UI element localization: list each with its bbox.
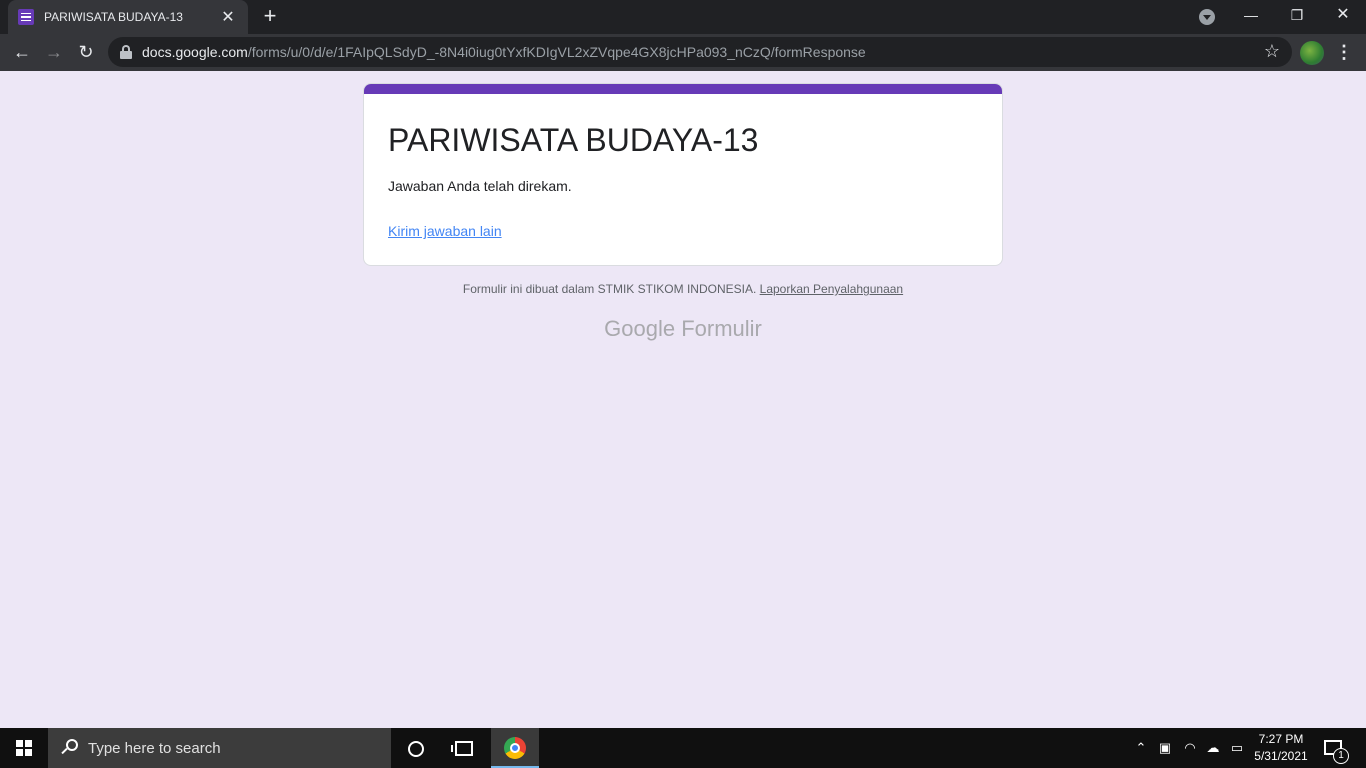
browser-tab-strip: PARIWISATA BUDAYA-13 ✕ + — ❐ ✕ (0, 0, 1366, 34)
windows-start-icon[interactable] (16, 740, 32, 756)
new-tab-plus-icon[interactable]: + (258, 5, 282, 29)
url-text: docs.google.com/forms/u/0/d/e/1FAIpQLSdy… (142, 44, 866, 60)
confirmation-message: Jawaban Anda telah direkam. (388, 178, 572, 194)
taskbar-chrome-button[interactable] (491, 728, 539, 768)
taskbar-search-box[interactable]: Type here to search (48, 728, 391, 768)
tab-search-chevron-icon[interactable] (1199, 9, 1215, 25)
report-abuse-link[interactable]: Laporkan Penyalahgunaan (760, 282, 903, 296)
brand-google: Google (604, 316, 676, 341)
brand-product: Formulir (681, 316, 762, 341)
minimize-icon[interactable]: — (1228, 0, 1274, 30)
back-arrow-icon[interactable]: ← (8, 38, 36, 66)
card-accent-bar (364, 84, 1002, 94)
footer-text: Formulir ini dibuat dalam STMIK STIKOM I… (462, 282, 757, 296)
cortana-icon[interactable] (408, 741, 424, 757)
url-host: docs.google.com (142, 44, 248, 60)
profile-avatar-icon[interactable] (1300, 41, 1324, 65)
task-view-icon[interactable] (451, 741, 473, 756)
submit-another-response-link[interactable]: Kirim jawaban lain (388, 223, 502, 239)
clock-date: 5/31/2021 (1254, 749, 1308, 763)
show-hidden-icons-chevron-icon[interactable]: ⌃ (1132, 728, 1150, 768)
battery-icon[interactable]: ▭ (1227, 728, 1247, 768)
restore-icon[interactable]: ❐ (1274, 0, 1320, 30)
bookmark-star-icon[interactable]: ☆ (1264, 41, 1280, 62)
forward-arrow-icon[interactable]: → (40, 38, 68, 66)
lock-icon[interactable] (120, 45, 132, 59)
browser-tab[interactable]: PARIWISATA BUDAYA-13 ✕ (8, 0, 248, 34)
tab-title: PARIWISATA BUDAYA-13 (44, 10, 183, 24)
windows-taskbar: Type here to search ⌃ ▣ ◠ ☁ ▭ 7:27 PM 5/… (0, 728, 1366, 768)
search-icon (60, 739, 78, 757)
form-title: PARIWISATA BUDAYA-13 (388, 122, 759, 158)
tab-close-icon[interactable]: ✕ (218, 7, 238, 27)
address-bar[interactable]: docs.google.com/forms/u/0/d/e/1FAIpQLSdy… (108, 37, 1292, 67)
notification-count-badge: 1 (1333, 748, 1349, 764)
meet-now-icon[interactable]: ▣ (1156, 728, 1174, 768)
more-vertical-icon[interactable]: ⋮ (1334, 38, 1354, 66)
form-response-card: PARIWISATA BUDAYA-13 Jawaban Anda telah … (363, 83, 1003, 266)
close-window-icon[interactable]: ✕ (1320, 0, 1366, 30)
wifi-icon[interactable]: ◠ (1180, 728, 1200, 768)
url-path: /forms/u/0/d/e/1FAIpQLSdyD_-8N4i0iug0tYx… (247, 44, 866, 60)
taskbar-clock[interactable]: 7:27 PM 5/31/2021 (1248, 731, 1314, 765)
reload-icon[interactable]: ↻ (72, 38, 100, 66)
onedrive-cloud-icon[interactable]: ☁ (1203, 728, 1223, 768)
google-forms-logo[interactable]: Google Formulir (363, 316, 1003, 342)
browser-toolbar: ← → ↻ docs.google.com/forms/u/0/d/e/1FAI… (0, 34, 1366, 71)
form-footer: Formulir ini dibuat dalam STMIK STIKOM I… (363, 282, 1003, 296)
search-placeholder: Type here to search (88, 739, 221, 757)
clock-time: 7:27 PM (1258, 732, 1304, 746)
google-forms-favicon-icon (18, 9, 34, 25)
chrome-icon (504, 737, 526, 759)
